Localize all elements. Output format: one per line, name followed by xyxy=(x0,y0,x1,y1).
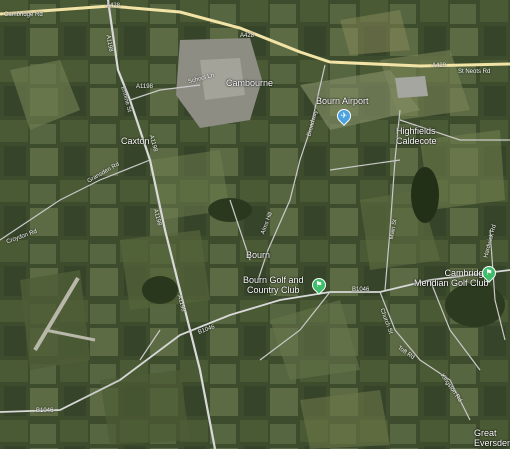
satellite-map[interactable]: Cambridge Rd A428 A428 A428 St Neots Rd … xyxy=(0,0,510,449)
road-label-b1046: B1046 xyxy=(352,287,370,293)
place-label-great-eversden: Great Eversden xyxy=(474,428,510,448)
golf-flag-icon: ⚑ xyxy=(315,280,323,289)
road-label-a428: A428 xyxy=(240,33,255,39)
road-label-cambridge-rd: Cambridge Rd xyxy=(4,12,43,18)
place-label-line: Eversden xyxy=(474,438,510,448)
road-label-a1198: A1198 xyxy=(136,84,153,90)
poi-label-cambridge-meridian[interactable]: Cambridge Meridian Golf Club xyxy=(414,268,489,288)
airplane-icon: ✈ xyxy=(340,111,348,120)
poi-label-line: Meridian Golf Club xyxy=(414,278,489,288)
poi-label-line: Country Club xyxy=(247,285,300,295)
poi-label-line: Cambridge xyxy=(444,268,489,278)
poi-label-bourn-golf[interactable]: Bourn Golf and Country Club xyxy=(243,275,304,295)
place-label-highfields-caldecote: Highfields Caldecote xyxy=(396,126,437,146)
road-label-a428: A428 xyxy=(106,3,121,9)
place-label-line: Highfields xyxy=(396,126,436,136)
road-label-st-neots-rd: St Neots Rd xyxy=(458,69,491,75)
place-label-cambourne: Cambourne xyxy=(226,78,274,88)
place-label-bourn: Bourn xyxy=(246,250,271,260)
place-label-line: Caldecote xyxy=(396,136,437,146)
road-label-b1046: B1046 xyxy=(36,408,54,414)
place-label-bourn-airport: Bourn Airport xyxy=(316,96,369,106)
place-label-caxton: Caxton xyxy=(121,136,150,146)
road-label-a428: A428 xyxy=(432,63,447,69)
place-label-line: Great xyxy=(474,428,497,438)
golf-flag-icon: ⚑ xyxy=(485,268,493,277)
poi-label-line: Bourn Golf and xyxy=(243,275,304,285)
